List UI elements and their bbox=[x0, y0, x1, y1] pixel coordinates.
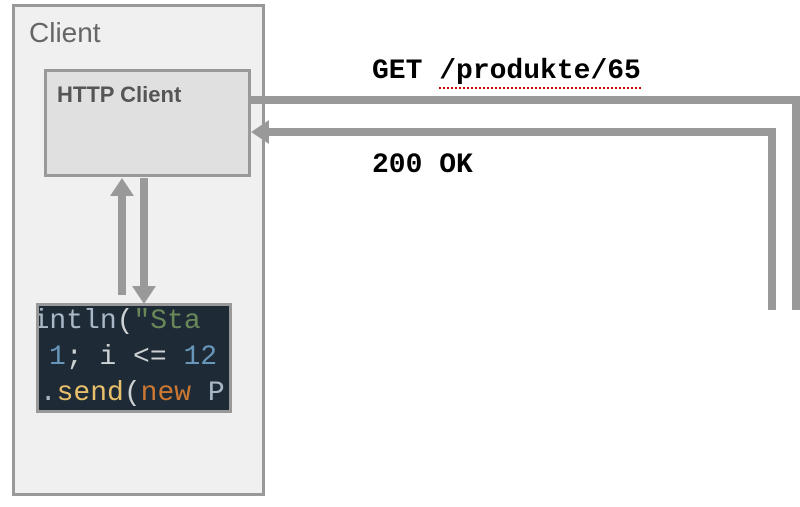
bidir-connector-right bbox=[140, 178, 148, 286]
request-connector-horizontal bbox=[251, 96, 800, 104]
code-snippet: println("Sta 1; i <= 12 r.send(new P bbox=[36, 303, 232, 413]
http-method-text: GET bbox=[372, 56, 439, 87]
code-line-3: r.send(new P bbox=[36, 378, 225, 409]
arrow-up-icon bbox=[110, 178, 134, 196]
arrow-down-icon bbox=[132, 286, 156, 304]
code-line-1: println("Sta bbox=[36, 306, 201, 337]
response-arrow-icon bbox=[251, 120, 269, 144]
diagram-canvas: Client HTTP Client GET /produkte/65 200 … bbox=[0, 0, 800, 507]
request-connector-vertical bbox=[792, 96, 800, 310]
http-path-text: /produkte/65 bbox=[439, 56, 641, 89]
http-response-label: 200 OK bbox=[372, 150, 473, 181]
bidir-connector-left bbox=[118, 195, 126, 295]
http-request-label: GET /produkte/65 bbox=[372, 56, 641, 87]
code-line-2: 1; i <= 12 bbox=[49, 342, 217, 373]
client-box-title: Client bbox=[29, 17, 101, 49]
response-connector-horizontal bbox=[268, 128, 776, 136]
http-client-box: HTTP Client bbox=[44, 69, 251, 177]
http-client-title: HTTP Client bbox=[57, 82, 181, 108]
response-connector-vertical bbox=[768, 128, 776, 310]
